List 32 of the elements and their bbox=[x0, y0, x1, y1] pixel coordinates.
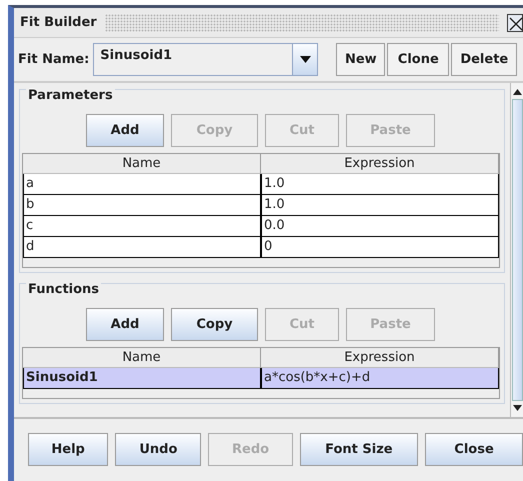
dropdown-arrow-icon bbox=[300, 56, 311, 63]
button[interactable]: Font Size bbox=[300, 433, 418, 466]
column-header: Name bbox=[23, 348, 261, 368]
button[interactable]: Close bbox=[425, 433, 523, 466]
table-cell[interactable]: d bbox=[23, 237, 261, 258]
button[interactable]: Undo bbox=[115, 433, 202, 466]
button[interactable]: New bbox=[336, 43, 386, 76]
table-cell[interactable]: Sinusoid1 bbox=[23, 368, 261, 389]
button[interactable]: Copy bbox=[171, 308, 258, 341]
table-cell[interactable]: c bbox=[23, 216, 261, 237]
button[interactable]: Add bbox=[86, 308, 164, 341]
button[interactable]: Help bbox=[28, 433, 108, 466]
field-label: Fit Name: bbox=[18, 50, 90, 69]
table-cell[interactable]: 1.0 bbox=[261, 174, 499, 195]
table-cell[interactable]: 1.0 bbox=[261, 195, 499, 216]
column-header: Expression bbox=[261, 348, 499, 368]
table-cell[interactable]: 0.0 bbox=[261, 216, 499, 237]
button[interactable]: Delete bbox=[451, 43, 518, 76]
window-title: Fit Builder bbox=[20, 14, 97, 32]
close-icon[interactable] bbox=[507, 14, 523, 32]
table-cell[interactable]: a bbox=[23, 174, 261, 195]
button[interactable]: Add bbox=[86, 114, 164, 147]
fit-name-dropdown[interactable]: Sinusoid1 bbox=[93, 43, 318, 76]
scroll-up-icon[interactable] bbox=[512, 89, 522, 95]
button[interactable]: Clone bbox=[387, 43, 450, 76]
scroll-down-icon[interactable] bbox=[512, 405, 522, 411]
column-header: Name bbox=[23, 154, 261, 174]
scrollbar[interactable] bbox=[510, 83, 523, 417]
table-cell[interactable]: 0 bbox=[261, 237, 499, 258]
column-header: Expression bbox=[261, 154, 499, 174]
table-cell[interactable]: b bbox=[23, 195, 261, 216]
table-cell[interactable]: a*cos(b*x+c)+d bbox=[261, 368, 499, 389]
